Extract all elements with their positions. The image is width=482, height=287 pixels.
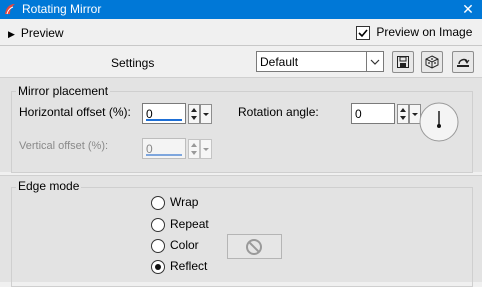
edge-color-swatch[interactable] [227, 234, 282, 259]
radio-repeat-label: Repeat [170, 217, 209, 231]
edge-mode-title: Edge mode [16, 179, 82, 193]
title-bar: Rotating Mirror ✕ [0, 0, 482, 19]
slider-dropdown-icon[interactable] [200, 104, 212, 124]
save-preset-button[interactable] [392, 51, 414, 73]
radio-wrap-label: Wrap [170, 195, 199, 209]
randomize-button[interactable] [421, 51, 443, 73]
rotation-angle-input[interactable]: 0 [351, 103, 395, 124]
radio-icon [151, 238, 165, 253]
radio-wrap[interactable]: Wrap [151, 195, 198, 210]
settings-selected-value: Default [260, 55, 299, 69]
radio-color-label: Color [170, 238, 199, 252]
horizontal-offset-spinner[interactable]: 0 [142, 103, 214, 125]
spin-arrows-icon[interactable] [397, 104, 409, 124]
settings-dropdown[interactable]: Default [256, 51, 384, 72]
rotation-angle-label: Rotation angle: [238, 105, 319, 119]
vertical-offset-spinner[interactable]: 0 [142, 138, 214, 160]
rotation-angle-value: 0 [355, 107, 362, 121]
settings-label: Settings [111, 56, 155, 70]
preview-toggle[interactable]: ▶ Preview [8, 26, 64, 40]
mirror-placement-title: Mirror placement [16, 84, 111, 98]
preview-on-image-checkbox[interactable]: Preview on Image [356, 25, 472, 40]
preview-on-image-label: Preview on Image [376, 25, 473, 39]
radio-reflect[interactable]: Reflect [151, 259, 207, 274]
radio-icon [151, 217, 165, 232]
save-icon [397, 56, 409, 68]
app-icon [3, 2, 17, 16]
radio-icon [151, 195, 165, 210]
vertical-offset-label: Vertical offset (%): [19, 140, 109, 152]
chevron-right-icon: ▶ [8, 29, 15, 39]
randomize-icon [425, 55, 439, 69]
radio-color[interactable]: Color [151, 238, 199, 253]
radio-selected-icon [151, 259, 165, 274]
spin-arrows-icon[interactable] [188, 139, 200, 159]
window-title: Rotating Mirror [22, 2, 102, 16]
slider-dropdown-icon[interactable] [200, 139, 212, 159]
horizontal-offset-input[interactable]: 0 [142, 103, 186, 124]
divider [0, 45, 482, 46]
radio-reflect-label: Reflect [170, 259, 208, 273]
rotation-angle-spinner[interactable]: 0 [351, 103, 423, 125]
close-icon[interactable]: ✕ [460, 0, 476, 19]
no-color-icon [246, 239, 262, 255]
chevron-down-icon[interactable] [366, 52, 383, 71]
vertical-offset-input[interactable]: 0 [142, 138, 186, 159]
horizontal-offset-label: Horizontal offset (%): [19, 105, 131, 119]
angle-dial-icon[interactable] [418, 101, 460, 146]
radio-repeat[interactable]: Repeat [151, 217, 209, 232]
checkbox-checked-icon [356, 25, 370, 40]
spin-arrows-icon[interactable] [188, 104, 200, 124]
reset-button[interactable] [452, 51, 474, 73]
reset-icon [457, 58, 470, 67]
preview-label: Preview [20, 26, 64, 40]
